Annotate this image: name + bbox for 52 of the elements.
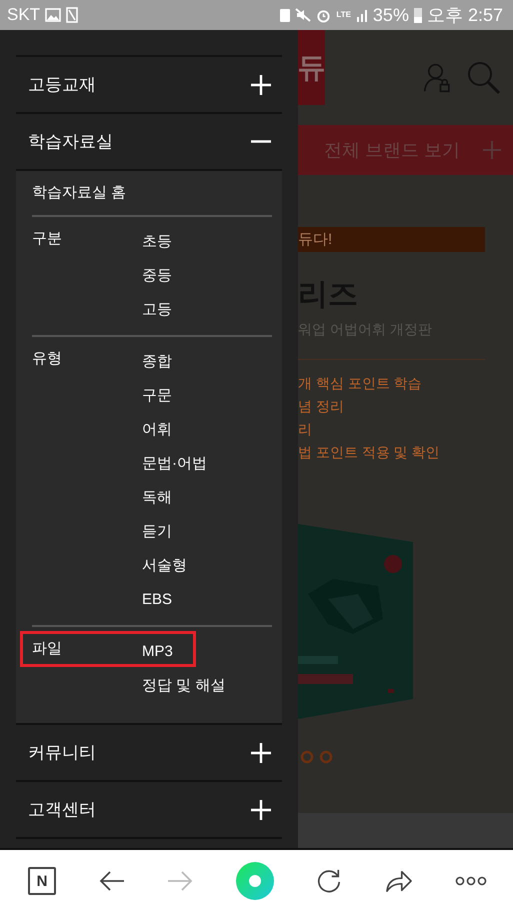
more-icon[interactable] (455, 876, 487, 886)
network-label: LTE (336, 11, 351, 19)
feature-text: 법 포인트 적용 및 확인 (298, 443, 441, 462)
submenu-link[interactable]: 독해 (142, 481, 207, 515)
submenu-link[interactable]: 고등 (142, 293, 172, 327)
submenu-link[interactable]: 종합 (142, 345, 207, 379)
plus-icon (251, 800, 271, 820)
forward-arrow-icon[interactable] (167, 871, 193, 891)
image-icon (45, 8, 62, 22)
group-label: 구분 (32, 229, 62, 249)
minus-icon (251, 140, 271, 143)
alarm-icon (316, 8, 332, 22)
clock: 오후 2:57 (426, 4, 503, 27)
submenu-link[interactable]: 문법·어법 (142, 447, 207, 481)
search-icon[interactable] (467, 60, 501, 94)
submenu-link[interactable]: 어휘 (142, 413, 207, 447)
carousel-dot[interactable] (319, 750, 333, 764)
submenu-link[interactable]: 학습자료실 홈 (32, 176, 126, 210)
back-arrow-icon[interactable] (98, 871, 124, 891)
group-label: 파일 (32, 639, 62, 659)
menu-item[interactable]: 커뮤니티 (16, 725, 282, 782)
submenu-link[interactable]: 서술형 (142, 549, 207, 583)
battery-icon (414, 7, 422, 23)
signal-icon (356, 8, 368, 22)
feature-text: 리 (298, 420, 313, 439)
submenu-link[interactable]: 구문 (142, 379, 207, 413)
refresh-icon[interactable] (316, 868, 342, 894)
submenu-link[interactable]: 정답 및 해설 (142, 669, 226, 703)
submenu-link[interactable]: 초등 (142, 225, 172, 259)
mute-icon (295, 8, 312, 22)
submenu-link[interactable]: EBS (142, 583, 207, 617)
plus-icon (251, 742, 271, 762)
feature-text: 념 정리 (298, 397, 345, 416)
feature-text: 개 핵심 포인트 학습 (298, 374, 423, 393)
plus-icon (483, 141, 501, 159)
banner-ribbon: 듀다! (298, 227, 485, 252)
battery-percent: 35% (372, 4, 409, 26)
menu-item[interactable]: 고등교재 (16, 57, 282, 114)
submenu-link[interactable]: 중등 (142, 259, 172, 293)
home-button[interactable]: N (28, 867, 56, 895)
menu-item[interactable]: 고객센터 (16, 782, 282, 839)
battery-saver-icon (280, 8, 290, 22)
ring-icon[interactable] (236, 862, 274, 900)
carrier-label: SKT (7, 5, 40, 25)
logo-fragment: 듀 (298, 30, 325, 105)
submenu-link[interactable]: MP3 (142, 635, 226, 669)
submenu-link[interactable]: 듣기 (142, 515, 207, 549)
group-label: 유형 (32, 349, 62, 369)
share-icon[interactable] (384, 869, 412, 893)
document-icon (66, 7, 78, 23)
carousel-dot[interactable] (300, 750, 314, 764)
plus-icon (251, 74, 271, 94)
